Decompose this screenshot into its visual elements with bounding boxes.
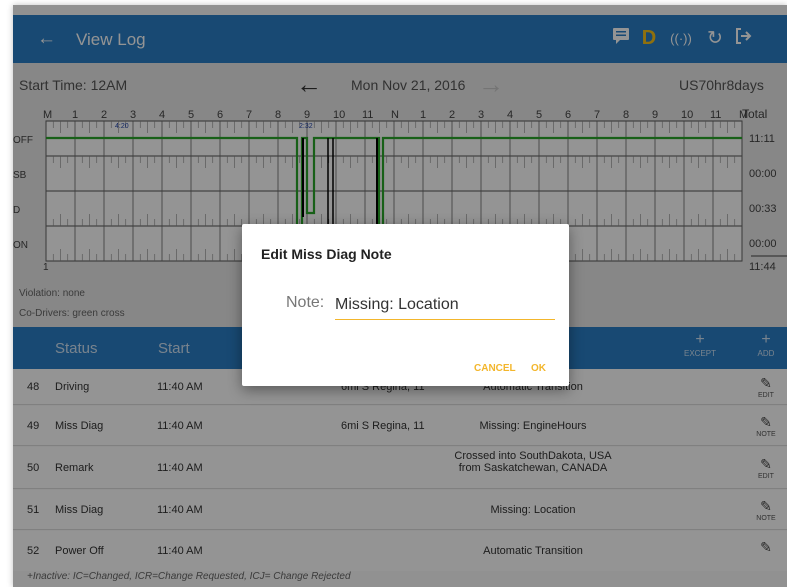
app-window: ← View Log D ((·)) ↻ Start Time: 12AM ← … bbox=[13, 5, 787, 587]
dialog-title: Edit Miss Diag Note bbox=[261, 246, 392, 262]
note-label: Note: bbox=[286, 294, 325, 311]
ok-button[interactable]: OK bbox=[531, 363, 546, 374]
note-input[interactable] bbox=[335, 290, 555, 320]
cancel-button[interactable]: CANCEL bbox=[474, 363, 516, 374]
edit-note-dialog: Edit Miss Diag Note Note: CANCEL OK bbox=[242, 224, 569, 386]
